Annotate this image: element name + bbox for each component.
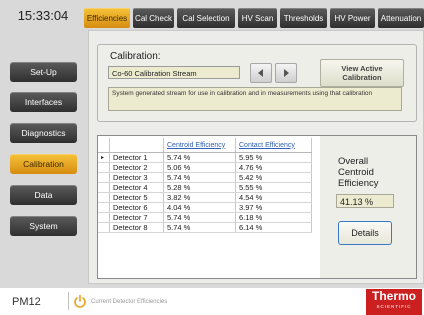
table-row[interactable]: Detector 2 5.06 % 4.76 % [98,162,312,173]
overall-efficiency-value: 41.13 % [336,194,394,208]
tab-label: Thresholds [283,13,324,23]
row-marker [98,182,110,193]
table-row[interactable]: Detector 4 5.28 % 5.55 % [98,182,312,193]
overall-label-line: Efficiency [338,178,379,189]
sidebar-item-system[interactable]: System [10,216,77,236]
chevron-left-icon [258,69,263,77]
table-row[interactable]: Detector 8 5.74 % 6.14 % [98,222,312,233]
sidebar-item-label: Data [34,190,53,200]
contact-efficiency-header[interactable]: Contact Efficiency [235,138,312,153]
row-marker-header [98,138,110,153]
sidebar-item-diagnostics[interactable]: Diagnostics [10,123,77,143]
tab-thresholds[interactable]: Thresholds [280,8,327,28]
centroid-value: 5.74 % [163,212,236,223]
contact-value: 5.55 % [235,182,312,193]
detector-name: Detector 6 [109,202,164,213]
tab-hv-power[interactable]: HV Power [330,8,375,28]
row-marker [98,212,110,223]
tab-label: Cal Check [135,13,172,23]
tab-label: Attenuation [380,13,422,23]
footer-divider [68,292,69,310]
sidebar: Set-Up Interfaces Diagnostics Calibratio… [0,0,84,288]
table-row[interactable]: Detector 6 4.04 % 3.97 % [98,202,312,213]
view-active-calibration-button[interactable]: View Active Calibration [320,59,404,87]
details-button[interactable]: Details [338,221,392,245]
contact-value: 6.18 % [235,212,312,223]
tab-cal-check[interactable]: Cal Check [133,8,174,28]
status-text: Current Detector Efficiencies [91,299,168,305]
tab-label: Efficiencies [86,13,128,23]
chevron-right-icon [284,69,289,77]
detector-name: Detector 8 [109,222,164,233]
detector-name: Detector 4 [109,182,164,193]
tab-label: HV Power [334,13,371,23]
footer: PM12 Current Detector Efficiencies Therm… [0,288,424,315]
power-icon [74,294,86,308]
detector-name: Detector 2 [109,162,164,173]
calibration-select[interactable]: Co-60 Calibration Stream [108,66,240,79]
sidebar-item-label: Set-Up [30,67,57,77]
tab-efficiencies[interactable]: Efficiencies [84,8,130,28]
sidebar-item-label: Interfaces [24,97,63,107]
overall-label-line: Overall [338,156,369,167]
row-marker [98,162,110,173]
detector-name: Detector 5 [109,192,164,203]
centroid-efficiency-header[interactable]: Centroid Efficiency [163,138,236,153]
centroid-value: 5.06 % [163,162,236,173]
contact-value: 6.14 % [235,222,312,233]
centroid-value: 5.74 % [163,222,236,233]
table-header-row: Centroid Efficiency Contact Efficiency [98,138,312,153]
device-name: PM12 [12,296,41,308]
contact-value: 4.76 % [235,162,312,173]
centroid-value: 5.28 % [163,182,236,193]
row-marker [98,222,110,233]
centroid-value: 5.74 % [163,152,236,163]
sidebar-item-setup[interactable]: Set-Up [10,62,77,82]
sidebar-item-data[interactable]: Data [10,185,77,205]
row-marker [98,192,110,203]
contact-value: 5.95 % [235,152,312,163]
table-row[interactable]: ▸ Detector 1 5.74 % 5.95 % [98,152,312,163]
tab-attenuation[interactable]: Attenuation [378,8,424,28]
logo-main: Thermo [371,289,416,303]
tab-cal-selection[interactable]: Cal Selection [177,8,235,28]
sidebar-item-interfaces[interactable]: Interfaces [10,92,77,112]
efficiency-table-panel: Centroid Efficiency Contact Efficiency ▸… [97,135,321,279]
calibration-description: System generated stream for use in calib… [108,87,402,111]
row-marker: ▸ [98,152,110,163]
detector-name: Detector 1 [109,152,164,163]
detector-name: Detector 3 [109,172,164,183]
tab-label: HV Scan [241,13,274,23]
row-marker [98,202,110,213]
table-row[interactable]: Detector 5 3.82 % 4.54 % [98,192,312,203]
table-row[interactable]: Detector 7 5.74 % 6.18 % [98,212,312,223]
overall-efficiency-label: Overall Centroid Efficiency [338,156,378,189]
sidebar-item-label: Diagnostics [21,128,66,138]
prev-calibration-button[interactable] [250,63,272,83]
logo-sub: SCIENTIFIC [376,304,412,309]
centroid-value: 4.04 % [163,202,236,213]
efficiency-table: Centroid Efficiency Contact Efficiency ▸… [98,138,312,233]
detector-header [109,138,164,153]
row-marker [98,172,110,183]
detector-name: Detector 7 [109,212,164,223]
tab-label: Cal Selection [182,13,230,23]
sidebar-item-label: Calibration [23,159,64,169]
tab-bar: Efficiencies Cal Check Cal Selection HV … [84,8,424,30]
sidebar-item-label: System [29,221,58,231]
centroid-value: 5.74 % [163,172,236,183]
contact-value: 5.42 % [235,172,312,183]
calibration-title: Calibration: [110,51,161,62]
contact-value: 3.97 % [235,202,312,213]
calibration-panel: Calibration: Co-60 Calibration Stream Vi… [97,44,417,122]
centroid-value: 3.82 % [163,192,236,203]
next-calibration-button[interactable] [275,63,297,83]
sidebar-item-calibration[interactable]: Calibration [10,154,77,174]
table-row[interactable]: Detector 3 5.74 % 5.42 % [98,172,312,183]
tab-hv-scan[interactable]: HV Scan [238,8,277,28]
thermo-scientific-logo: Thermo SCIENTIFIC [366,289,422,315]
contact-value: 4.54 % [235,192,312,203]
overall-label-line: Centroid [338,167,374,178]
overall-efficiency-panel: Overall Centroid Efficiency 41.13 % Deta… [320,135,417,279]
